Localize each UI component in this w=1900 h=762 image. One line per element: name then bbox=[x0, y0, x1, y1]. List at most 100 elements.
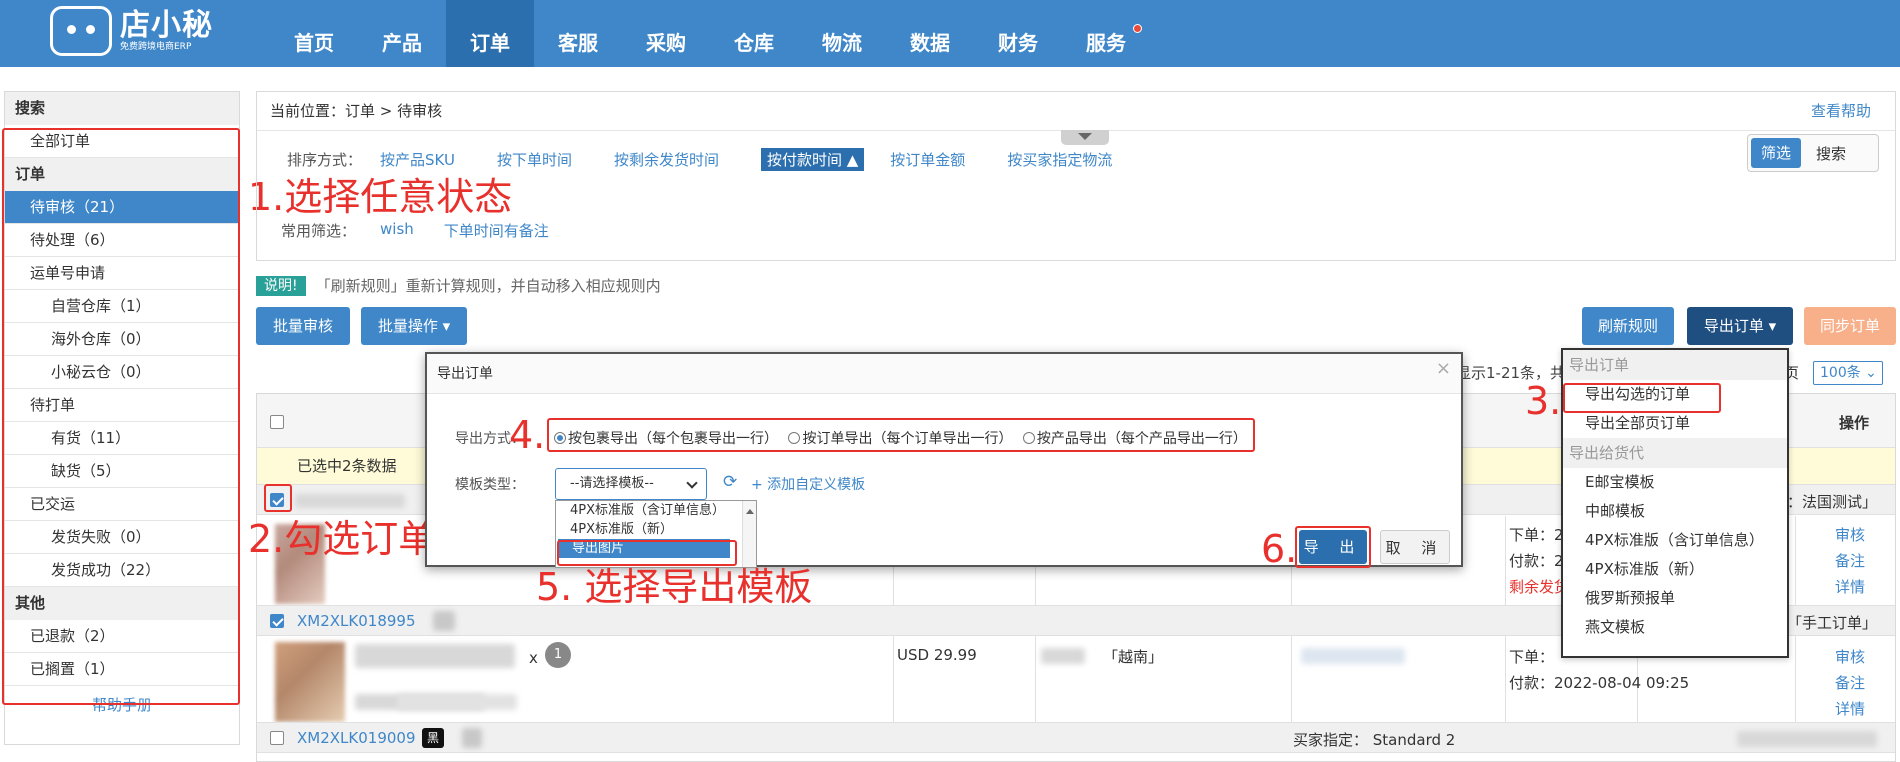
main-nav: 首页 产品 订单 客服 采购 仓库 物流 数据 财务 服务 bbox=[270, 0, 1150, 67]
template-yanwen[interactable]: 燕文模板 bbox=[1563, 613, 1787, 642]
product-thumbnail[interactable] bbox=[275, 642, 345, 722]
annotation-step-4: 4. bbox=[509, 413, 546, 457]
sort-by-buyer-logistics[interactable]: 按买家指定物流 bbox=[1007, 149, 1112, 170]
nav-orders[interactable]: 订单 bbox=[446, 0, 534, 67]
robot-logo-icon bbox=[50, 6, 112, 56]
review-action[interactable]: 审核 bbox=[1835, 646, 1865, 667]
batch-ops-button[interactable]: 批量操作 ▾ bbox=[361, 307, 467, 345]
batch-review-button[interactable]: 批量审核 bbox=[256, 307, 350, 345]
list-scrollbar[interactable] bbox=[742, 501, 756, 567]
select-all-checkbox[interactable] bbox=[270, 415, 284, 429]
dropdown-group-forwarder: 导出给货代 bbox=[1563, 438, 1787, 468]
annotation-box-sidebar bbox=[2, 128, 240, 705]
refresh-icon[interactable]: ⟳ bbox=[723, 472, 737, 492]
sort-label: 排序方式： bbox=[287, 151, 363, 169]
nav-warehouse[interactable]: 仓库 bbox=[710, 0, 798, 67]
refresh-rules-button[interactable]: 刷新规则 bbox=[1582, 307, 1674, 345]
template-option-4px-new[interactable]: 4PX标准版（新） bbox=[556, 520, 756, 539]
template-option-4px-with-order[interactable]: 4PX标准版（含订单信息） bbox=[556, 501, 756, 520]
annotation-step-3: 3. bbox=[1525, 379, 1562, 423]
sort-options: 排序方式： 按产品SKU 按下单时间 按剩余发货时间 按付款时间 ▲ 按订单金额… bbox=[287, 148, 1154, 171]
logo[interactable]: 店小秘 免费跨境电商ERP bbox=[50, 6, 213, 56]
filter-remark[interactable]: 下单时间有备注 bbox=[444, 220, 549, 241]
row2-qty-badge: 1 bbox=[545, 642, 571, 668]
template-type-label: 模板类型： bbox=[455, 477, 525, 493]
order-number-link[interactable]: XM2XLK019009 bbox=[297, 729, 416, 747]
common-filters: 常用筛选： wish 下单时间有备注 bbox=[281, 220, 579, 241]
cancel-button[interactable]: 取 消 bbox=[1380, 530, 1450, 564]
row-checkbox[interactable] bbox=[270, 614, 284, 628]
nav-finance[interactable]: 财务 bbox=[974, 0, 1062, 67]
review-action[interactable]: 审核 bbox=[1835, 524, 1865, 545]
modal-close-icon[interactable]: × bbox=[1436, 358, 1451, 379]
annotation-step-5: 5. 选择导出模板 bbox=[536, 565, 813, 609]
sidebar-search-head: 搜索 bbox=[5, 92, 239, 125]
filter-label: 常用筛选： bbox=[281, 222, 357, 240]
sort-by-amount[interactable]: 按订单金额 bbox=[890, 149, 965, 170]
page-size-select[interactable]: 100条 ⌄ bbox=[1813, 361, 1883, 385]
row1-order-time: 下单：2 bbox=[1509, 526, 1564, 544]
annotation-box-export-button bbox=[1295, 526, 1371, 568]
table-row: XM2XLK019009 黑 买家指定： Standard 2 bbox=[257, 722, 1895, 753]
template-4px-new[interactable]: 4PX标准版（新） bbox=[1563, 555, 1787, 584]
info-badge: 说明! bbox=[256, 275, 306, 296]
remark-action[interactable]: 备注 bbox=[1835, 672, 1865, 693]
top-nav-bar: 店小秘 免费跨境电商ERP 首页 产品 订单 客服 采购 仓库 物流 数据 财务… bbox=[0, 0, 1900, 67]
row1-remaining: 剩余发货 bbox=[1509, 578, 1570, 596]
nav-services[interactable]: 服务 bbox=[1062, 0, 1150, 67]
filter-panel: 当前位置：订单 > 待审核 查看帮助 排序方式： 按产品SKU 按下单时间 按剩… bbox=[256, 91, 1896, 261]
order-price: USD 29.99 bbox=[897, 646, 977, 664]
template-chinapost[interactable]: 中邮模板 bbox=[1563, 497, 1787, 526]
add-custom-template-link[interactable]: + 添加自定义模板 bbox=[751, 474, 865, 494]
sort-by-order-time[interactable]: 按下单时间 bbox=[497, 149, 572, 170]
sort-by-remaining-time[interactable]: 按剩余发货时间 bbox=[614, 149, 719, 170]
notification-dot bbox=[1133, 24, 1142, 33]
row2-qty: x bbox=[529, 649, 538, 667]
buyer-logistics: 买家指定： Standard 2 bbox=[1293, 731, 1456, 749]
detail-action[interactable]: 详情 bbox=[1835, 698, 1865, 719]
remark-action[interactable]: 备注 bbox=[1835, 550, 1865, 571]
brand-name: 店小秘 bbox=[120, 8, 213, 43]
template-russia[interactable]: 俄罗斯预报单 bbox=[1563, 584, 1787, 613]
nav-products[interactable]: 产品 bbox=[358, 0, 446, 67]
blacklist-badge: 黑 bbox=[422, 728, 444, 748]
export-all-orders[interactable]: 导出全部页订单 bbox=[1563, 409, 1787, 438]
row2-pay-time: 付款：2022-08-04 09:25 bbox=[1509, 674, 1690, 692]
nav-data[interactable]: 数据 bbox=[886, 0, 974, 67]
detail-action[interactable]: 详情 bbox=[1835, 576, 1865, 597]
row-store-tag: ：法国测试」 bbox=[1786, 493, 1877, 511]
template-eyoubao[interactable]: E邮宝模板 bbox=[1563, 468, 1787, 497]
brand-tagline: 免费跨境电商ERP bbox=[120, 42, 192, 52]
row-checkbox[interactable] bbox=[270, 731, 284, 745]
modal-title: 导出订单 bbox=[427, 354, 1461, 394]
collapse-toggle-icon[interactable] bbox=[1061, 130, 1109, 145]
order-number-link[interactable]: XM2XLK018995 bbox=[297, 612, 416, 630]
template-4px-with-order[interactable]: 4PX标准版（含订单信息） bbox=[1563, 526, 1787, 555]
annotation-step-6: 6. bbox=[1261, 527, 1298, 571]
export-orders-modal: 导出订单 × 导出方式： 按包裹导出（每个包裹导出一行） 按订单导出（每个订单导… bbox=[425, 352, 1463, 571]
sync-orders-button[interactable]: 同步订单 bbox=[1804, 307, 1896, 345]
export-orders-button[interactable]: 导出订单 ▾ bbox=[1687, 307, 1793, 345]
nav-purchase[interactable]: 采购 bbox=[622, 0, 710, 67]
sort-by-pay-time[interactable]: 按付款时间 ▲ bbox=[760, 148, 865, 171]
tab-filter[interactable]: 筛选 bbox=[1751, 138, 1801, 168]
info-text: 「刷新规则」重新计算规则，并自动移入相应规则内 bbox=[315, 277, 661, 295]
annotation-box-methods bbox=[547, 418, 1255, 452]
nav-services-label: 服务 bbox=[1086, 31, 1126, 55]
nav-home[interactable]: 首页 bbox=[270, 0, 358, 67]
nav-logistics[interactable]: 物流 bbox=[798, 0, 886, 67]
row1-pay-time: 付款：2 bbox=[1509, 552, 1564, 570]
annotation-box-checkbox bbox=[264, 484, 292, 512]
nav-service[interactable]: 客服 bbox=[534, 0, 622, 67]
tab-search[interactable]: 搜索 bbox=[1801, 143, 1861, 164]
header-actions: 操作 bbox=[1838, 414, 1869, 432]
filter-wish[interactable]: wish bbox=[380, 220, 414, 241]
template-select[interactable]: --请选择模板-- bbox=[555, 468, 707, 500]
row2-order-time: 下单： bbox=[1509, 648, 1555, 666]
row-store-tag: 「手工订单」 bbox=[1786, 614, 1877, 632]
sort-by-sku[interactable]: 按产品SKU bbox=[380, 149, 455, 170]
breadcrumb: 当前位置：订单 > 待审核 bbox=[270, 102, 443, 120]
view-help-link[interactable]: 查看帮助 bbox=[1811, 92, 1871, 130]
annotation-box-export-selected bbox=[1563, 383, 1721, 413]
annotation-box-template bbox=[557, 540, 737, 566]
